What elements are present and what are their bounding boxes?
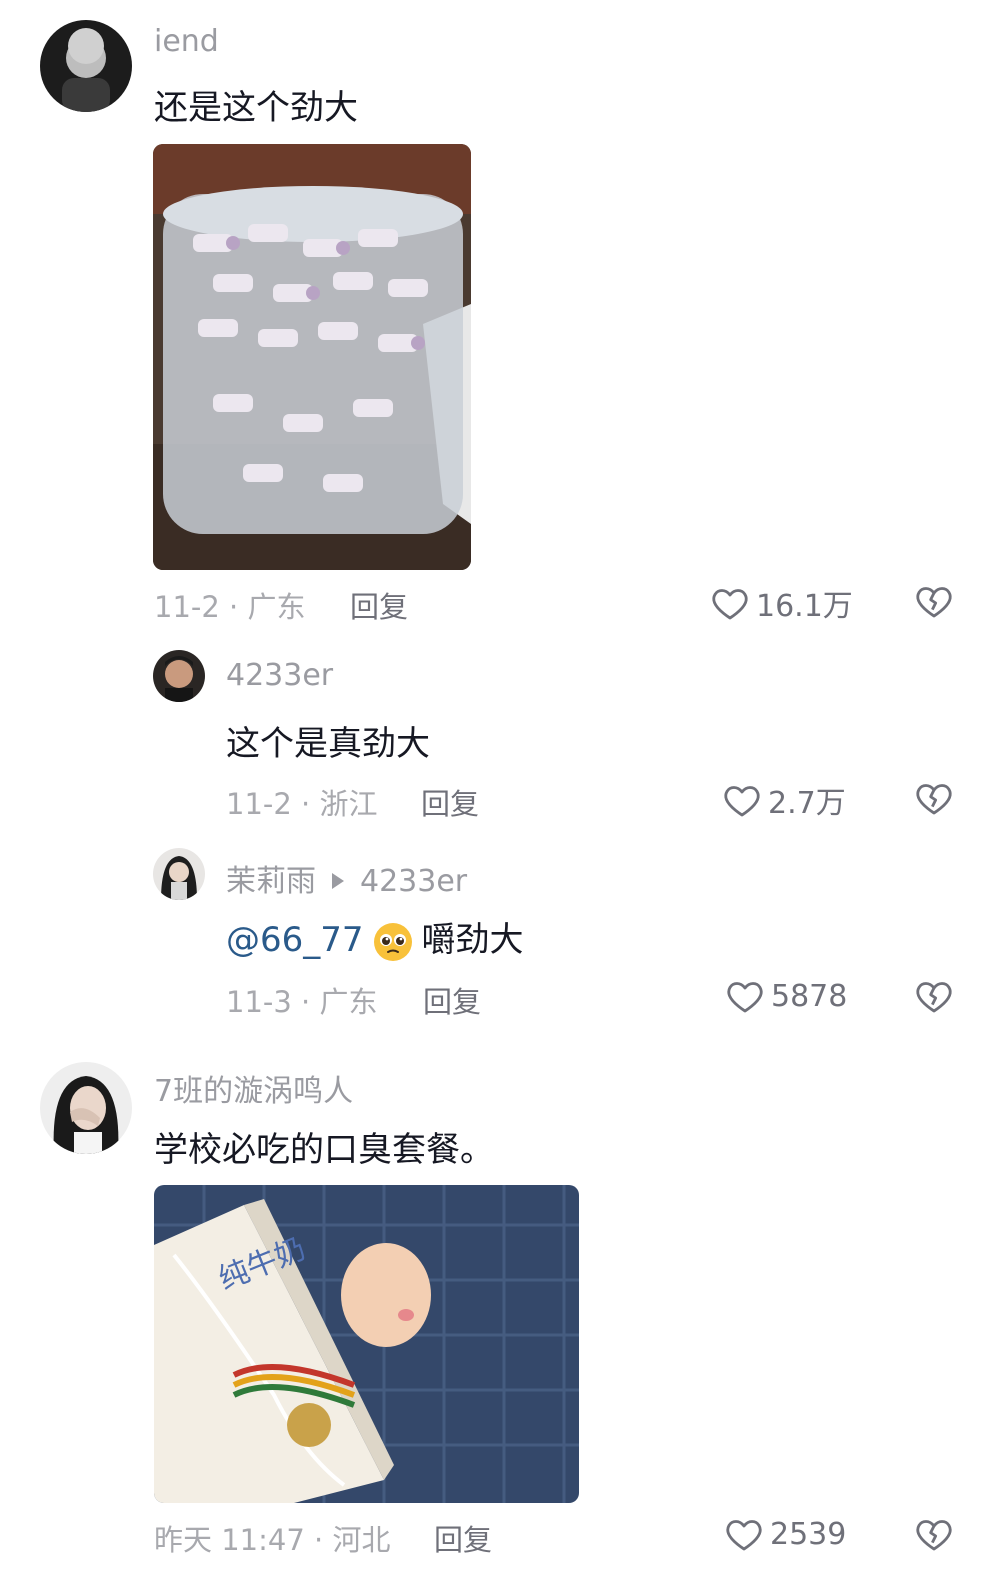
reply-button[interactable]: 回复 xyxy=(350,584,408,626)
username[interactable]: 7班的漩涡鸣人 xyxy=(154,1066,353,1110)
comment-text: 还是这个劲大 xyxy=(154,88,358,128)
comment-image[interactable]: 纯牛奶 xyxy=(154,1185,579,1503)
pleading-face-emoji xyxy=(373,922,412,961)
reply-author[interactable]: 茉莉雨 xyxy=(226,864,316,899)
reply-button[interactable]: 回复 xyxy=(423,979,481,1021)
mention-link[interactable]: @66_77 xyxy=(226,920,364,960)
like-button[interactable]: 2539 xyxy=(724,1514,846,1554)
reply-arrow-icon xyxy=(332,873,344,889)
reply-button[interactable]: 回复 xyxy=(434,1517,492,1559)
comment-meta: 11-2 · 浙江 xyxy=(226,787,378,821)
avatar[interactable] xyxy=(153,848,205,900)
avatar[interactable] xyxy=(153,650,205,702)
broken-heart-icon xyxy=(916,587,952,618)
comment-text: 学校必吃的口臭套餐。 xyxy=(154,1130,494,1170)
heart-outline-icon xyxy=(727,982,763,1013)
username[interactable]: 4233er xyxy=(226,658,333,693)
reply-target[interactable]: 4233er xyxy=(360,864,467,899)
like-count: 2.7万 xyxy=(768,786,846,821)
dislike-button[interactable] xyxy=(914,778,954,818)
avatar[interactable] xyxy=(40,1062,132,1154)
avatar[interactable] xyxy=(40,20,132,112)
broken-heart-icon xyxy=(916,784,952,815)
like-button[interactable]: 2.7万 xyxy=(722,778,846,822)
like-button[interactable]: 5878 xyxy=(725,976,847,1016)
heart-outline-icon xyxy=(726,1520,762,1551)
like-count: 2539 xyxy=(770,1516,847,1552)
reply-button[interactable]: 回复 xyxy=(421,781,479,823)
comment-body: 嚼劲大 xyxy=(421,920,524,960)
dislike-button[interactable] xyxy=(914,976,954,1016)
dislike-button[interactable] xyxy=(914,581,954,621)
like-button[interactable]: 16.1万 xyxy=(710,581,853,625)
heart-outline-icon xyxy=(712,589,748,620)
username[interactable]: iend xyxy=(154,24,219,59)
comment-meta: 昨天 11:47 · 河北 xyxy=(154,1523,391,1557)
like-count: 5878 xyxy=(771,978,848,1014)
broken-heart-icon xyxy=(916,982,952,1013)
comment-image[interactable] xyxy=(153,144,471,570)
username[interactable]: 茉莉雨 4233er xyxy=(226,856,467,900)
comment-meta: 11-2 · 广东 xyxy=(154,590,306,624)
dislike-button[interactable] xyxy=(914,1514,954,1554)
broken-heart-icon xyxy=(916,1520,952,1551)
like-count: 16.1万 xyxy=(756,589,853,624)
comment-meta: 11-3 · 广东 xyxy=(226,985,378,1019)
heart-outline-icon xyxy=(724,786,760,817)
comment-text: 这个是真劲大 xyxy=(226,724,430,764)
comment-text: @66_77 嚼劲大 xyxy=(226,912,524,963)
